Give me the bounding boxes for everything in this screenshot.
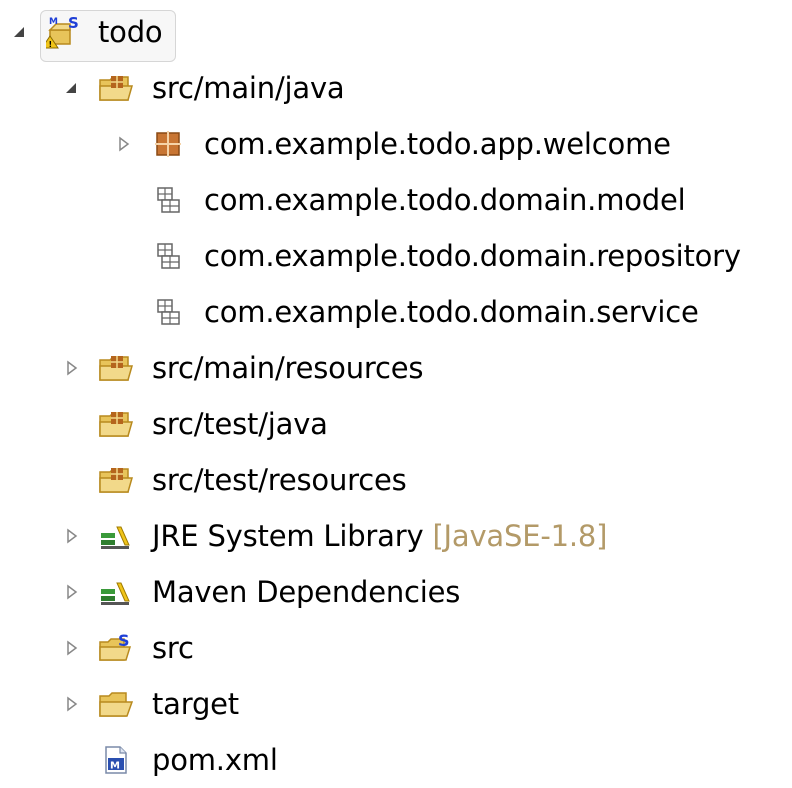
empty-package-icon — [148, 180, 188, 220]
tree-item-label: src/test/java — [152, 407, 328, 441]
tree-item-label: src/main/java — [152, 71, 345, 105]
package-icon — [148, 124, 188, 164]
tree-item-label: src/test/resources — [152, 463, 407, 497]
project-label: todo — [98, 15, 163, 49]
empty-package-icon — [148, 292, 188, 332]
svg-text:S: S — [118, 632, 129, 650]
tree-item-src-main-resources[interactable]: src/main/resources — [0, 340, 792, 396]
tree-item-label: com.example.todo.app.welcome — [204, 127, 671, 161]
library-version-decoration: [JavaSE-1.8] — [432, 519, 608, 553]
project-explorer-tree: M S ! todo src/main/java com.example.tod… — [0, 4, 792, 788]
tree-item-label: pom.xml — [152, 743, 278, 777]
tree-item-maven-dependencies[interactable]: Maven Dependencies — [0, 564, 792, 620]
tree-item-package-app-welcome[interactable]: com.example.todo.app.welcome — [0, 116, 792, 172]
svg-text:S: S — [68, 14, 79, 32]
tree-item-label: JRE System Library [JavaSE-1.8] — [152, 516, 607, 556]
expand-triangle-icon[interactable] — [60, 580, 84, 604]
collapse-triangle-icon[interactable] — [8, 20, 32, 44]
empty-package-icon — [148, 236, 188, 276]
expand-triangle-icon[interactable] — [60, 636, 84, 660]
tree-item-label: target — [152, 687, 239, 721]
folder-icon — [96, 684, 136, 724]
tree-item-label: com.example.todo.domain.model — [204, 183, 686, 217]
tree-item-label: com.example.todo.domain.repository — [204, 239, 741, 273]
tree-item-todo[interactable]: M S ! todo — [0, 4, 792, 60]
library-name: JRE System Library — [152, 519, 424, 553]
tree-item-src-test-java[interactable]: src/test/java — [0, 396, 792, 452]
collapse-triangle-icon[interactable] — [60, 76, 84, 100]
tree-item-label: Maven Dependencies — [152, 575, 461, 609]
expand-triangle-icon[interactable] — [60, 356, 84, 380]
tree-item-package-domain-service[interactable]: com.example.todo.domain.service — [0, 284, 792, 340]
library-icon — [96, 516, 136, 556]
source-folder-icon — [96, 68, 136, 108]
tree-item-jre-system-library[interactable]: JRE System Library [JavaSE-1.8] — [0, 508, 792, 564]
tree-item-package-domain-repository[interactable]: com.example.todo.domain.repository — [0, 228, 792, 284]
spring-folder-icon: S — [96, 628, 136, 668]
svg-text:M: M — [110, 761, 120, 772]
tree-item-target[interactable]: target — [0, 676, 792, 732]
expand-triangle-icon[interactable] — [60, 524, 84, 548]
maven-pom-icon: M — [96, 740, 136, 780]
svg-text:M: M — [49, 17, 58, 27]
tree-item-src-test-resources[interactable]: src/test/resources — [0, 452, 792, 508]
expand-triangle-icon[interactable] — [112, 132, 136, 156]
source-folder-icon — [96, 460, 136, 500]
tree-item-src[interactable]: S src — [0, 620, 792, 676]
tree-item-package-domain-model[interactable]: com.example.todo.domain.model — [0, 172, 792, 228]
tree-item-label: com.example.todo.domain.service — [204, 295, 699, 329]
expand-triangle-icon[interactable] — [60, 692, 84, 716]
library-icon — [96, 572, 136, 612]
svg-text:!: ! — [49, 40, 52, 49]
source-folder-icon — [96, 404, 136, 444]
tree-item-label: src/main/resources — [152, 351, 424, 385]
tree-item-src-main-java[interactable]: src/main/java — [0, 60, 792, 116]
maven-project-icon: M S ! — [44, 12, 84, 52]
source-folder-icon — [96, 348, 136, 388]
tree-item-label: src — [152, 631, 194, 665]
